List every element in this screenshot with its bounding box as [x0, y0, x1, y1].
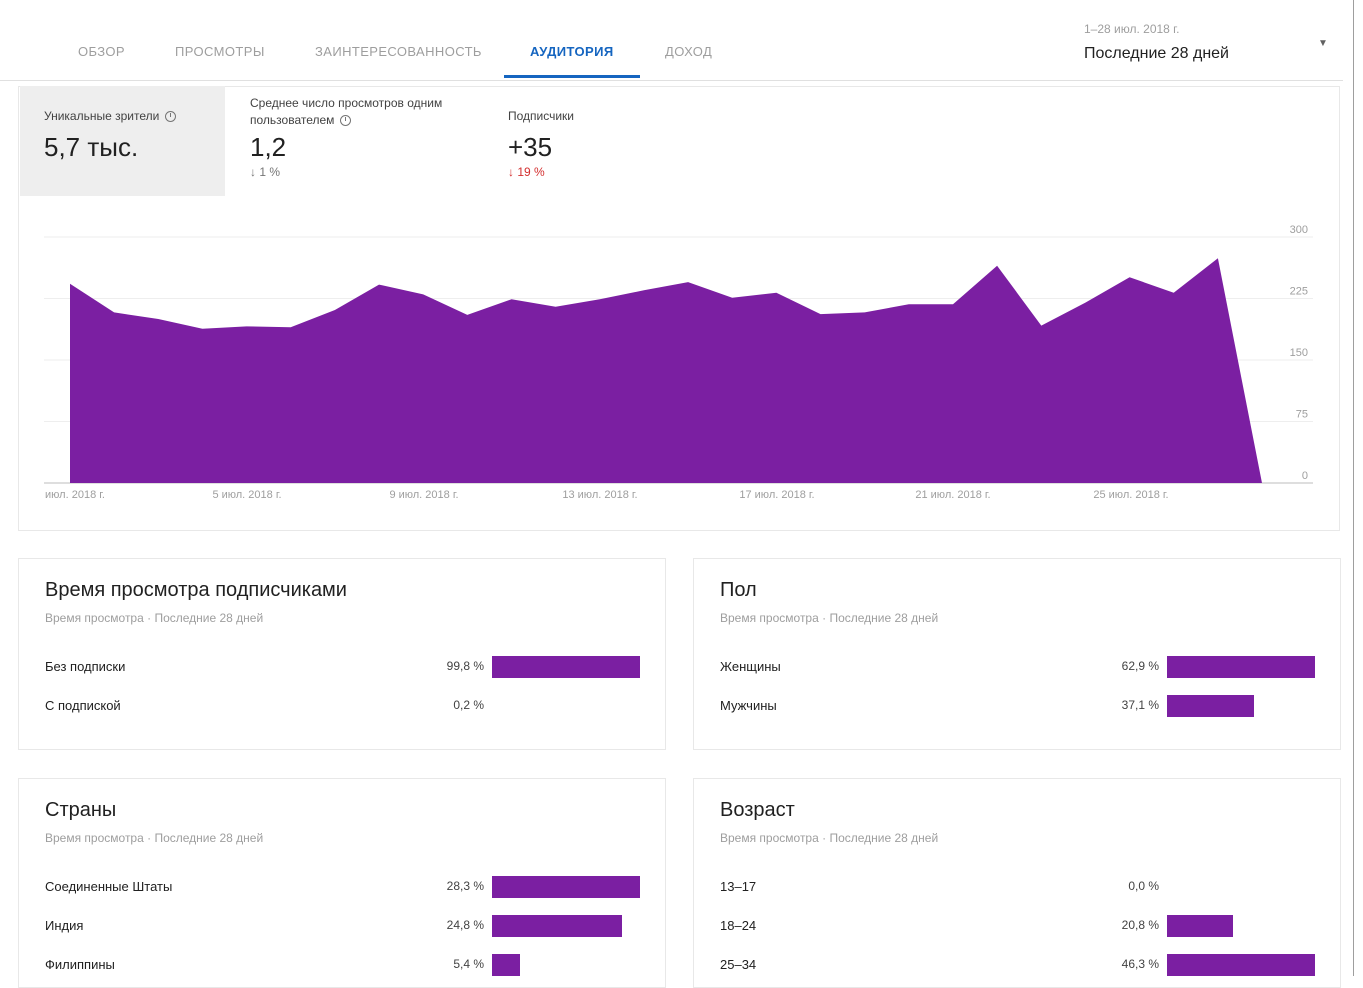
card-age: Возраст Время просмотра · Последние 28 д…	[693, 778, 1341, 988]
row-label: Соединенные Штаты	[45, 879, 173, 894]
row-label: Мужчины	[720, 698, 777, 713]
y-tick-label: 0	[1302, 470, 1308, 482]
row-value: 46,3 %	[1121, 957, 1159, 971]
row-value: 62,9 %	[1121, 659, 1159, 673]
row-value: 24,8 %	[446, 918, 484, 932]
list-item[interactable]: 25–34 46,3 %	[694, 954, 1340, 978]
row-bar	[492, 954, 520, 976]
row-bar	[1167, 656, 1315, 678]
x-tick-label: 25 июл. 2018 г.	[1093, 489, 1168, 501]
x-tick-label: 17 июл. 2018 г.	[739, 489, 814, 501]
y-tick-label: 225	[1290, 286, 1308, 298]
row-bar	[492, 876, 640, 898]
x-tick-label: 9 июл. 2018 г.	[389, 489, 458, 501]
card-title: Страны	[45, 799, 117, 821]
row-label: Индия	[45, 918, 84, 933]
y-tick-label: 75	[1296, 409, 1308, 421]
card-title: Время просмотра подписчиками	[45, 579, 347, 601]
card-gender: Пол Время просмотра · Последние 28 дней …	[693, 558, 1341, 750]
row-label: 18–24	[720, 918, 757, 933]
row-value: 37,1 %	[1121, 698, 1159, 712]
list-item[interactable]: Мужчины 37,1 %	[694, 695, 1340, 719]
list-item[interactable]: 13–17 0,0 %	[694, 876, 1340, 900]
list-item[interactable]: Соединенные Штаты 28,3 %	[19, 876, 665, 900]
row-bar	[1167, 954, 1315, 976]
audience-area-chart: 300 225 150 75 0 июл. 2018 г. 5 июл. 2018 г. 9…	[44, 224, 1313, 501]
y-tick-label: 300	[1290, 224, 1308, 236]
list-item[interactable]: 18–24 20,8 %	[694, 915, 1340, 939]
y-tick-label: 150	[1290, 347, 1308, 359]
card-title: Пол	[720, 579, 757, 601]
row-label: 13–17	[720, 879, 757, 894]
row-value: 99,8 %	[446, 659, 484, 673]
x-tick-label: 5 июл. 2018 г.	[212, 489, 281, 501]
card-subtitle: Время просмотра · Последние 28 дней	[45, 831, 264, 845]
list-item[interactable]: Филиппины 5,4 %	[19, 954, 665, 978]
row-label: Без подписки	[45, 659, 126, 674]
row-bar	[1167, 915, 1233, 937]
list-item[interactable]: С подпиской 0,2 %	[19, 695, 665, 719]
x-tick-label: июл. 2018 г.	[45, 489, 105, 501]
scrollbar-edge	[1353, 0, 1354, 976]
list-item[interactable]: Индия 24,8 %	[19, 915, 665, 939]
row-bar	[1167, 695, 1254, 717]
row-label: С подпиской	[45, 698, 121, 713]
row-bar	[492, 915, 622, 937]
row-value: 20,8 %	[1121, 918, 1159, 932]
card-subtitle: Время просмотра · Последние 28 дней	[720, 611, 939, 625]
list-item[interactable]: Женщины 62,9 %	[694, 656, 1340, 680]
card-countries: Страны Время просмотра · Последние 28 дн…	[18, 778, 666, 988]
row-label: Филиппины	[45, 957, 115, 972]
row-value: 0,2 %	[453, 698, 484, 712]
card-subscriber-watch-time: Время просмотра подписчиками Время просм…	[18, 558, 666, 750]
x-tick-label: 13 июл. 2018 г.	[562, 489, 637, 501]
area-series	[70, 258, 1262, 483]
list-item[interactable]: Без подписки 99,8 %	[19, 656, 665, 680]
x-tick-label: 21 июл. 2018 г.	[915, 489, 990, 501]
row-label: 25–34	[720, 957, 757, 972]
row-value: 5,4 %	[453, 957, 484, 971]
row-label: Женщины	[720, 659, 781, 674]
row-value: 0,0 %	[1128, 879, 1159, 893]
card-subtitle: Время просмотра · Последние 28 дней	[720, 831, 939, 845]
row-bar	[492, 656, 640, 678]
row-value: 28,3 %	[446, 879, 484, 893]
card-subtitle: Время просмотра · Последние 28 дней	[45, 611, 264, 625]
card-title: Возраст	[720, 799, 795, 821]
